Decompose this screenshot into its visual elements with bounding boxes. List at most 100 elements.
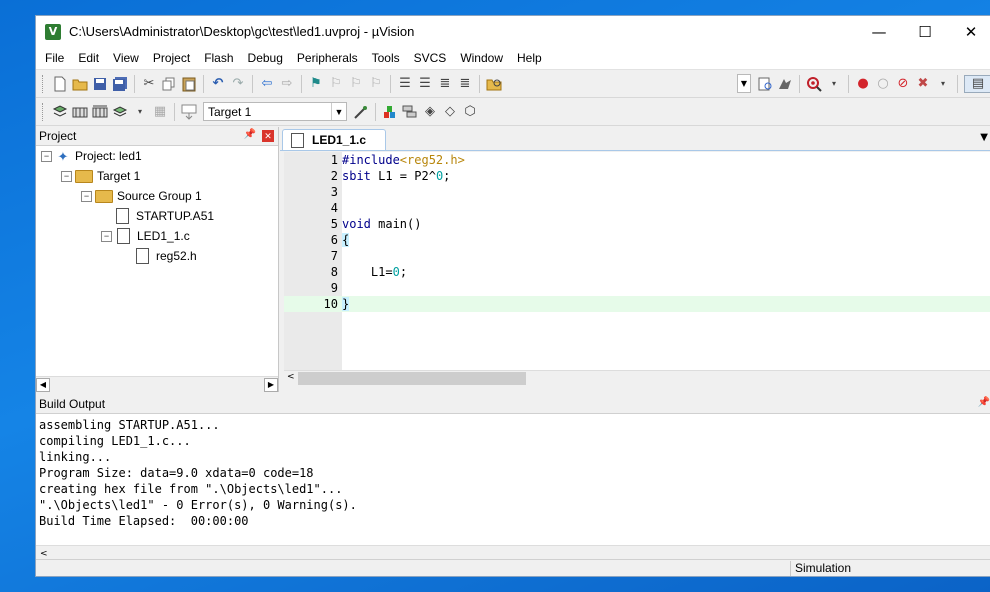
- close-window-button[interactable]: ✕: [948, 16, 990, 47]
- save-all-icon[interactable]: [112, 76, 128, 92]
- tab-led1-c[interactable]: LED1_1.c: [282, 129, 386, 150]
- uvision-window: V C:\Users\Administrator\Desktop\gc\test…: [35, 15, 990, 577]
- stop-build-icon[interactable]: ▦: [152, 104, 168, 120]
- menu-file[interactable]: File: [36, 51, 71, 65]
- scroll-right-icon[interactable]: ▶: [264, 377, 278, 392]
- tree-item-startup[interactable]: STARTUP.A51: [114, 206, 214, 226]
- copy-icon[interactable]: [161, 76, 177, 92]
- code-line[interactable]: 3: [284, 184, 990, 200]
- insert-bookmark-icon[interactable]: ⚑: [308, 76, 324, 92]
- manage-env-icon[interactable]: ⬡: [462, 104, 478, 120]
- uncomment-icon[interactable]: ≣: [457, 76, 473, 92]
- find-combo-dropdown[interactable]: ▼: [737, 74, 751, 93]
- collapse-icon[interactable]: −: [101, 230, 112, 242]
- toolbar-grip[interactable]: [42, 102, 46, 121]
- file-extensions-icon[interactable]: [382, 104, 398, 120]
- prev-bookmark-icon[interactable]: ⚐: [328, 76, 344, 92]
- batch-build-icon[interactable]: [112, 104, 128, 120]
- code-line[interactable]: 5 void main(): [284, 216, 990, 232]
- line-number: 2: [330, 169, 338, 183]
- window-layout-icon[interactable]: ▤: [964, 74, 990, 93]
- tree-item-target[interactable]: − Target 1: [61, 166, 140, 186]
- minimize-button[interactable]: —: [856, 16, 902, 47]
- enable-breakpoint-icon[interactable]: ○: [875, 76, 891, 92]
- menu-edit[interactable]: Edit: [71, 51, 106, 65]
- code-line[interactable]: 6 {: [284, 232, 990, 248]
- pack-installer-icon[interactable]: ◇: [442, 104, 458, 120]
- kill-breakpoints-icon[interactable]: ✖: [915, 76, 931, 92]
- build-output-text[interactable]: assembling STARTUP.A51... compiling LED1…: [36, 414, 990, 529]
- select-packs-icon[interactable]: ◈: [422, 104, 438, 120]
- menu-project[interactable]: Project: [146, 51, 197, 65]
- redo-icon[interactable]: ↷: [230, 76, 246, 92]
- insert-breakpoint-icon[interactable]: ●: [855, 76, 871, 92]
- incremental-find-icon[interactable]: [757, 76, 773, 92]
- scroll-thumb[interactable]: [298, 372, 526, 385]
- menu-view[interactable]: View: [106, 51, 146, 65]
- menu-help[interactable]: Help: [510, 51, 549, 65]
- line-content: sbit L1 = P2^0;: [342, 169, 451, 183]
- new-file-icon[interactable]: [52, 76, 68, 92]
- menu-flash[interactable]: Flash: [197, 51, 240, 65]
- build-icon[interactable]: [72, 104, 88, 120]
- start-debug-icon[interactable]: [806, 76, 822, 92]
- collapse-icon[interactable]: −: [81, 190, 92, 202]
- indent-icon[interactable]: ☰: [397, 76, 413, 92]
- download-icon[interactable]: [181, 104, 197, 120]
- scroll-left-icon[interactable]: <: [40, 549, 48, 559]
- save-icon[interactable]: [92, 76, 108, 92]
- pin-icon[interactable]: 📌: [244, 129, 256, 140]
- collapse-icon[interactable]: −: [61, 170, 72, 182]
- menu-svcs[interactable]: SVCS: [407, 51, 454, 65]
- scroll-left-icon[interactable]: <: [287, 372, 295, 382]
- tree-item-led1-c[interactable]: − LED1_1.c: [101, 226, 190, 246]
- batch-dropdown-icon[interactable]: ▾: [132, 104, 148, 120]
- navigate-forward-icon[interactable]: ⇨: [279, 76, 295, 92]
- navigate-back-icon[interactable]: ⇦: [259, 76, 275, 92]
- code-view[interactable]: 1 #include<reg52.h> 2 sbit L1 = P2^0; 3 …: [284, 152, 990, 370]
- paste-icon[interactable]: [181, 76, 197, 92]
- menu-tools[interactable]: Tools: [365, 51, 407, 65]
- toolbar-grip[interactable]: [42, 74, 46, 93]
- title-bar[interactable]: V C:\Users\Administrator\Desktop\gc\test…: [36, 16, 990, 47]
- code-line[interactable]: 7: [284, 248, 990, 264]
- cut-icon[interactable]: ✂: [141, 76, 157, 92]
- menu-debug[interactable]: Debug: [241, 51, 290, 65]
- pin-icon[interactable]: 📌: [978, 397, 990, 408]
- tree-item-reg52-h[interactable]: reg52.h: [134, 246, 197, 266]
- editor-hscrollbar[interactable]: <: [284, 370, 990, 386]
- code-line[interactable]: 9: [284, 280, 990, 296]
- disable-breakpoints-icon[interactable]: ⊘: [895, 76, 911, 92]
- comment-icon[interactable]: ≣: [437, 76, 453, 92]
- find-in-files-icon[interactable]: [486, 76, 502, 92]
- debug-dropdown-icon[interactable]: ▾: [826, 76, 842, 92]
- breakpoints-dropdown-icon[interactable]: ▾: [935, 76, 951, 92]
- close-panel-icon[interactable]: ✕: [262, 130, 274, 142]
- open-file-icon[interactable]: [72, 76, 88, 92]
- translate-icon[interactable]: [52, 104, 68, 120]
- menu-window[interactable]: Window: [453, 51, 510, 65]
- code-line[interactable]: 4: [284, 200, 990, 216]
- tree-item-source-group[interactable]: − Source Group 1: [81, 186, 202, 206]
- menu-peripherals[interactable]: Peripherals: [290, 51, 365, 65]
- code-line[interactable]: 8 L1=0;: [284, 264, 990, 280]
- unindent-icon[interactable]: ☰: [417, 76, 433, 92]
- tab-list-dropdown-icon[interactable]: ▼: [980, 132, 988, 143]
- toolbar-separator: [957, 74, 958, 93]
- debug-session-icon[interactable]: [777, 76, 793, 92]
- manage-components-icon[interactable]: [402, 104, 418, 120]
- collapse-icon[interactable]: −: [41, 150, 52, 162]
- tree-item-project[interactable]: − ✦ Project: led1: [41, 146, 142, 166]
- code-line[interactable]: 1 #include<reg52.h>: [284, 152, 990, 168]
- next-bookmark-icon[interactable]: ⚐: [348, 76, 364, 92]
- target-options-icon[interactable]: [353, 104, 369, 120]
- scroll-left-icon[interactable]: ◀: [36, 377, 50, 392]
- undo-icon[interactable]: ↶: [210, 76, 226, 92]
- code-line[interactable]: 2 sbit L1 = P2^0;: [284, 168, 990, 184]
- maximize-button[interactable]: ☐: [902, 16, 948, 47]
- rebuild-icon[interactable]: [92, 104, 108, 120]
- project-hscrollbar[interactable]: ◀ ▶: [36, 376, 278, 392]
- code-line-current[interactable]: 10 }: [284, 296, 990, 312]
- clear-bookmarks-icon[interactable]: ⚐: [368, 76, 384, 92]
- target-select[interactable]: Target 1 ▼: [203, 102, 347, 121]
